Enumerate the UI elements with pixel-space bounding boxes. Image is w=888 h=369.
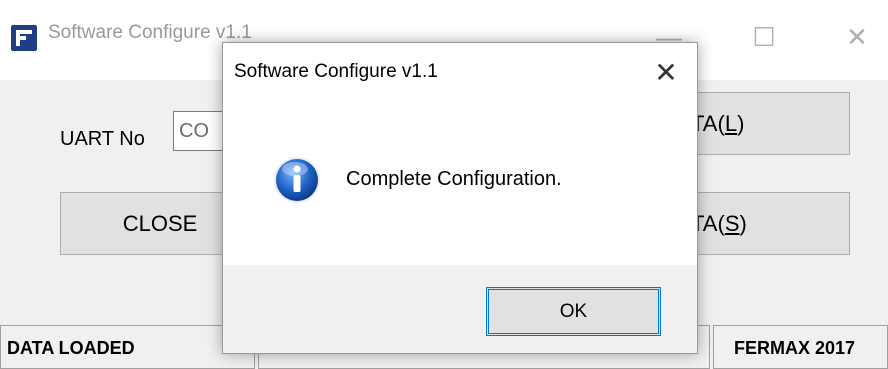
close-window-button[interactable]: ✕	[828, 14, 886, 60]
uart-label: UART No	[60, 128, 145, 150]
save-data-mnemonic: S	[724, 211, 740, 236]
dialog-close-button[interactable]: ✕	[643, 51, 689, 95]
main-window-title: Software Configure v1.1	[48, 22, 252, 43]
ok-button[interactable]: OK	[486, 287, 661, 336]
status-data-loaded: DATA LOADED	[0, 325, 255, 369]
dialog-message: Complete Configuration.	[346, 168, 562, 190]
dialog-body: Complete Configuration.	[223, 102, 697, 265]
save-data-label-suffix: )	[739, 211, 747, 236]
status-copyright: FERMAX 2017	[713, 325, 888, 369]
app-icon	[11, 25, 37, 51]
info-icon	[274, 157, 320, 203]
message-dialog: Software Configure v1.1 ✕ Complete Confi…	[222, 42, 698, 354]
dialog-title: Software Configure v1.1	[234, 61, 438, 82]
dialog-titlebar: Software Configure v1.1 ✕	[223, 43, 697, 102]
maximize-button[interactable]: ☐	[735, 14, 793, 60]
load-data-mnemonic: L	[724, 111, 738, 136]
load-data-label-suffix: )	[737, 111, 745, 136]
